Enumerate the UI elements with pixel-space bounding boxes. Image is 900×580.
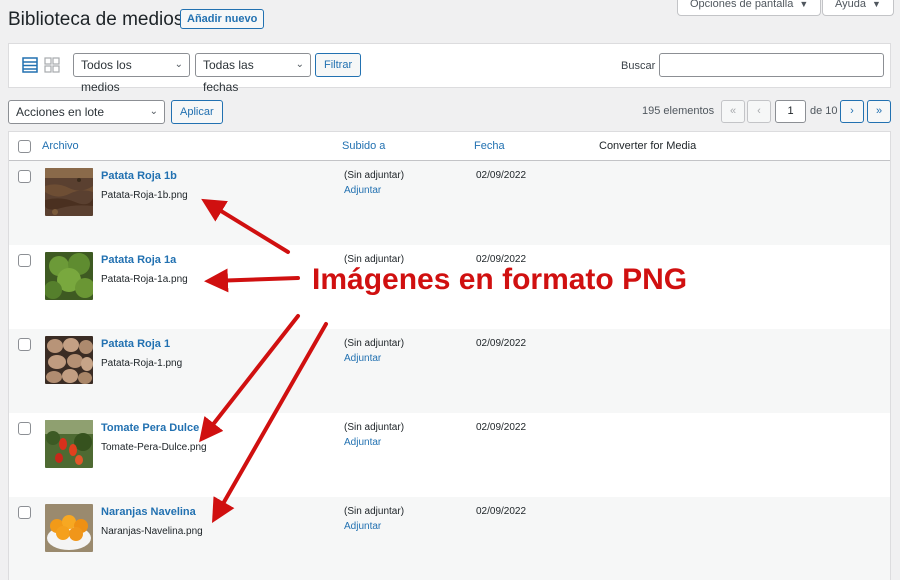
column-converter: Converter for Media	[599, 140, 697, 152]
date-value: Todas las fechas	[203, 58, 254, 94]
upload-date: 02/09/2022	[476, 506, 527, 517]
attached-status: (Sin adjuntar)	[344, 170, 405, 181]
current-page-input[interactable]: 1	[775, 100, 806, 123]
caret-down-icon: ▼	[799, 0, 809, 9]
bulk-actions-value: Acciones en lote	[16, 105, 105, 119]
search-label: Buscar	[621, 60, 656, 72]
table-row: Patata Roja 1b Patata-Roja-1b.png (Sin a…	[9, 161, 890, 245]
upload-date: 02/09/2022	[476, 338, 527, 349]
page-title: Biblioteca de medios	[8, 9, 184, 30]
column-date[interactable]: Fecha	[474, 140, 505, 152]
media-title-link[interactable]: Tomate Pera Dulce	[101, 422, 199, 434]
soil-field-image[interactable]	[45, 168, 93, 216]
screen-options-button[interactable]: Opciones de pantalla ▼	[677, 0, 822, 16]
media-filename: Patata-Roja-1b.png	[101, 190, 188, 201]
list-view-icon[interactable]	[22, 57, 38, 73]
media-type-value: Todos los medios	[81, 58, 132, 94]
potatoes-image[interactable]	[45, 336, 93, 384]
table-header: Archivo Subido a Fecha Converter for Med…	[9, 132, 890, 161]
row-checkbox[interactable]	[18, 170, 31, 183]
row-checkbox[interactable]	[18, 254, 31, 267]
caret-down-icon: ▼	[872, 0, 881, 9]
tomato-plant-image[interactable]	[45, 420, 93, 468]
prev-page-button[interactable]: ‹	[747, 100, 771, 123]
first-page-button[interactable]: «	[721, 100, 745, 123]
media-title-link[interactable]: Patata Roja 1a	[101, 254, 176, 266]
total-pages: de 10	[810, 105, 838, 117]
add-new-button[interactable]: Añadir nuevo	[180, 9, 265, 29]
search-input[interactable]	[659, 53, 884, 77]
bulk-actions-select[interactable]: Acciones en lote ⌄	[8, 100, 165, 124]
table-row: Tomate Pera Dulce Tomate-Pera-Dulce.png …	[9, 413, 890, 497]
media-filename: Tomate-Pera-Dulce.png	[101, 442, 207, 453]
column-file[interactable]: Archivo	[42, 140, 79, 152]
grid-view-icon[interactable]	[44, 57, 60, 73]
upload-date: 02/09/2022	[476, 422, 527, 433]
next-page-button[interactable]: ›	[840, 100, 864, 123]
media-title-link[interactable]: Naranjas Navelina	[101, 506, 196, 518]
table-row: Naranjas Navelina Naranjas-Navelina.png …	[9, 497, 890, 580]
table-row: Patata Roja 1 Patata-Roja-1.png (Sin adj…	[9, 329, 890, 413]
attach-link[interactable]: Adjuntar	[344, 353, 381, 364]
select-all-checkbox[interactable]	[18, 140, 31, 153]
media-title-link[interactable]: Patata Roja 1	[101, 338, 170, 350]
media-filename: Naranjas-Navelina.png	[101, 526, 203, 537]
media-title-link[interactable]: Patata Roja 1b	[101, 170, 177, 182]
oranges-bowl-image[interactable]	[45, 504, 93, 552]
media-table: Archivo Subido a Fecha Converter for Med…	[8, 131, 891, 580]
apply-button[interactable]: Aplicar	[171, 100, 223, 124]
potato-plant-image[interactable]	[45, 252, 93, 300]
attached-status: (Sin adjuntar)	[344, 506, 405, 517]
row-checkbox[interactable]	[18, 422, 31, 435]
attached-status: (Sin adjuntar)	[344, 422, 405, 433]
help-button[interactable]: Ayuda ▼	[822, 0, 894, 16]
media-filename: Patata-Roja-1a.png	[101, 274, 188, 285]
column-uploaded-to[interactable]: Subido a	[342, 140, 385, 152]
attach-link[interactable]: Adjuntar	[344, 185, 381, 196]
attach-link[interactable]: Adjuntar	[344, 521, 381, 532]
attached-status: (Sin adjuntar)	[344, 338, 405, 349]
header-bar: Biblioteca de medios Añadir nuevo Opcion…	[0, 0, 900, 40]
screen-options-label: Opciones de pantalla	[690, 0, 794, 10]
media-filename: Patata-Roja-1.png	[101, 358, 183, 369]
chevron-down-icon: ⌄	[149, 106, 158, 117]
row-checkbox[interactable]	[18, 506, 31, 519]
filter-button[interactable]: Filtrar	[315, 53, 362, 77]
upload-date: 02/09/2022	[476, 170, 527, 181]
chevron-down-icon: ⌄	[295, 59, 304, 70]
chevron-down-icon: ⌄	[174, 59, 183, 70]
annotation-label: Imágenes en formato PNG	[312, 263, 688, 296]
date-select[interactable]: Todas las fechas ⌄	[195, 53, 311, 94]
item-count: 195 elementos	[642, 105, 715, 117]
help-label: Ayuda	[835, 0, 866, 10]
last-page-button[interactable]: »	[867, 100, 891, 123]
media-type-select[interactable]: Todos los medios ⌄	[73, 53, 190, 94]
row-checkbox[interactable]	[18, 338, 31, 351]
filter-bar: Todos los medios ⌄ Todas las fechas ⌄ Filt…	[8, 43, 891, 94]
attach-link[interactable]: Adjuntar	[344, 437, 381, 448]
